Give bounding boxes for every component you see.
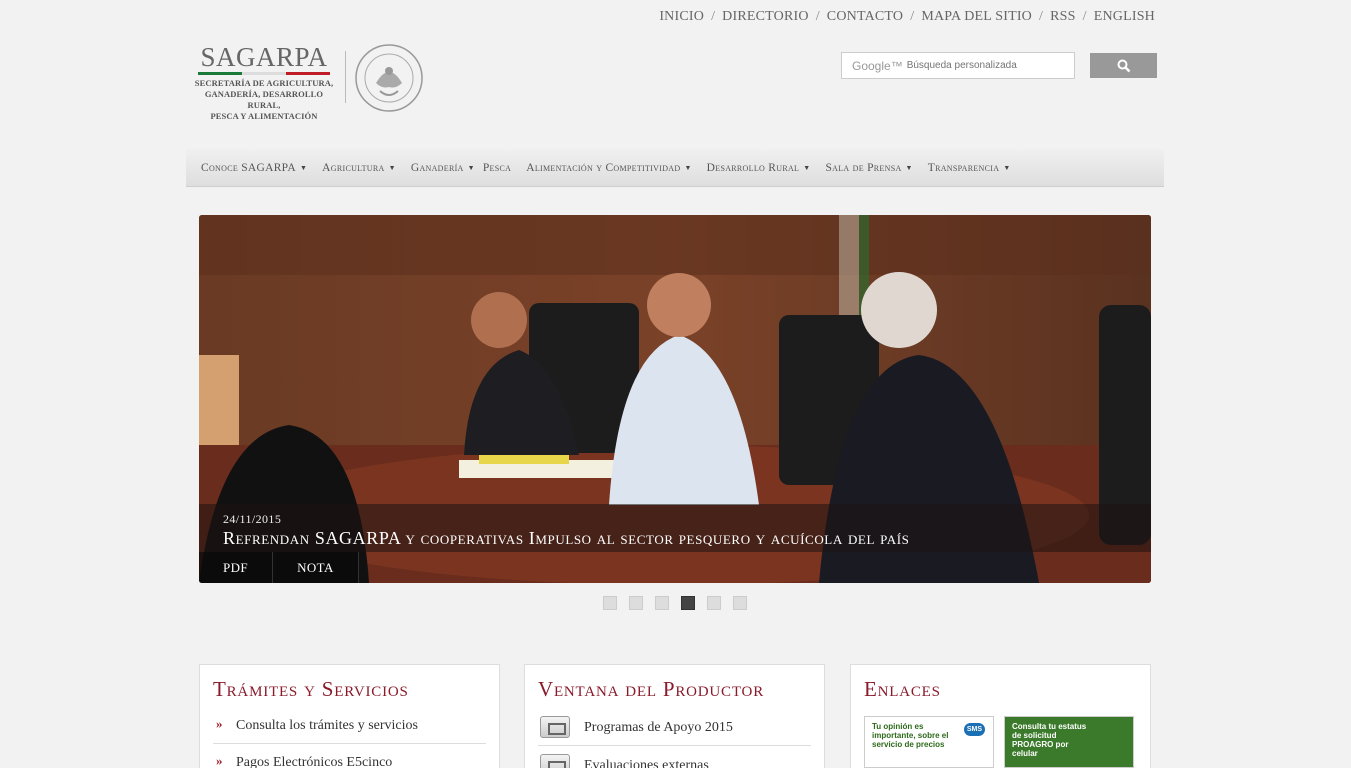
list-item[interactable]: Programas de Apoyo 2015 [538,716,811,746]
logo-subtitle-2: GANADERÍA, DESARROLLO RURAL, [204,89,324,110]
caret-down-icon: ▼ [684,163,692,172]
nav-label: Sala de Prensa [825,161,902,174]
document-icon [540,754,570,768]
slide-title[interactable]: Refrendan SAGARPA y cooperativas Impulso… [223,528,1127,549]
panel-tramites: Trámites y Servicios » Consulta los trámi… [199,664,500,768]
panel-title: Trámites y Servicios [213,677,409,701]
pdf-button[interactable]: PDF [199,552,274,583]
logo-flag-bar [198,72,330,75]
banner-text: Tu opinión es importante, sobre el servi… [872,722,949,749]
slider-dot-6[interactable] [733,596,747,610]
separator: / [910,9,915,24]
logo-divider [345,51,346,103]
tramites-list: » Consulta los trámites y servicios » Pago… [213,716,486,768]
double-chevron-icon: » [216,716,222,731]
search-button[interactable] [1090,53,1157,78]
nav-label: Alimentación y Competitividad [526,161,681,174]
nav-label: Transparencia [927,161,1000,174]
panel-title: Ventana del Productor [538,677,764,701]
slider-dot-5[interactable] [707,596,721,610]
nav-transparencia[interactable]: Transparencia ▼ [928,162,1011,174]
sagarpa-logo[interactable]: SAGARPA SECRETARÍA DE AGRICULTURA, GANAD… [189,42,434,121]
nav-agricultura[interactable]: Agricultura ▼ [322,162,396,174]
top-link-mapa[interactable]: MAPA DEL SITIO [921,9,1032,25]
nav-label: Agricultura [322,161,385,174]
sms-badge: SMS [963,723,985,736]
separator: / [711,9,716,24]
separator: / [815,9,820,24]
top-link-directorio[interactable]: DIRECTORIO [722,9,809,25]
top-links: INICIO / DIRECTORIO / CONTACTO / MAPA DEL S… [659,9,1155,25]
double-chevron-icon: » [216,753,222,768]
search-field[interactable]: Google™ [841,52,1075,79]
slider-dot-3[interactable] [655,596,669,610]
google-label: Google™ [852,58,903,73]
caret-down-icon: ▼ [388,163,396,172]
nav-label: Ganadería [410,161,464,174]
slider-pagination [603,596,747,610]
panel-title: Enlaces [864,677,941,701]
item-label: Programas de Apoyo 2015 [584,720,733,735]
top-link-inicio[interactable]: INICIO [659,9,704,25]
slider-dot-2[interactable] [629,596,643,610]
slider-dot-1[interactable] [603,596,617,610]
caret-down-icon: ▼ [467,163,475,172]
separator: / [1039,9,1044,24]
nav-ganaderia[interactable]: Ganadería ▼ [411,162,475,174]
banner-text: Consulta tu estatus de solicitud PROAGRO… [1012,722,1087,758]
slide-actions: PDF NOTA [199,552,359,583]
nav-alimentacion[interactable]: Alimentación y Competitividad ▼ [526,162,691,174]
logo-subtitle-3: PESCA Y ALIMENTACIÓN [210,111,318,121]
ventana-list: Programas de Apoyo 2015 Evaluaciones ext… [538,716,811,768]
banner-precios-sms[interactable]: Tu opinión es importante, sobre el servi… [864,716,994,768]
top-link-contacto[interactable]: CONTACTO [827,9,903,25]
panel-ventana: Ventana del Productor Programas de Apoyo… [524,664,825,768]
item-label: Consulta los trámites y servicios [236,718,418,733]
search-input[interactable] [906,60,1074,71]
nav-sala-prensa[interactable]: Sala de Prensa ▼ [825,162,912,174]
main-nav: Conoce SAGARPA ▼ Agricultura ▼ Ganadería ▼ … [186,149,1164,187]
search-icon [1117,59,1130,72]
slider-dot-4[interactable] [681,596,695,610]
nav-desarrollo-rural[interactable]: Desarrollo Rural ▼ [707,162,811,174]
logo-subtitle-1: SECRETARÍA DE AGRICULTURA, [194,78,334,88]
nav-conoce-sagarpa[interactable]: Conoce SAGARPA ▼ [201,162,307,174]
national-seal-icon [355,44,423,112]
list-item[interactable]: » Pagos Electrónicos E5cinco [213,753,486,768]
nav-pesca[interactable]: Pesca [483,162,511,174]
item-label: Evaluaciones externas [584,758,709,768]
logo-name: SAGARPA [200,42,328,72]
document-icon [540,716,570,738]
nav-label: Pesca [482,161,512,174]
banner-proagro[interactable]: Consulta tu estatus de solicitud PROAGRO… [1004,716,1134,768]
slide-date: 24/11/2015 [223,512,282,526]
nav-label: Conoce SAGARPA [201,161,296,174]
list-item[interactable]: » Consulta los trámites y servicios [213,716,486,744]
nav-label: Desarrollo Rural [706,161,800,174]
news-slider[interactable]: 24/11/2015 Refrendan SAGARPA y cooperati… [199,215,1151,583]
top-link-english[interactable]: ENGLISH [1094,9,1155,25]
top-link-rss[interactable]: RSS [1050,9,1076,25]
caret-down-icon: ▼ [905,163,913,172]
enlaces-banners: Tu opinión es importante, sobre el servi… [864,716,1137,768]
caret-down-icon: ▼ [1003,163,1011,172]
nota-button[interactable]: NOTA [273,552,359,583]
caret-down-icon: ▼ [803,163,811,172]
slide-caption: 24/11/2015 Refrendan SAGARPA y cooperati… [199,504,1151,552]
list-item[interactable]: Evaluaciones externas [538,754,811,768]
caret-down-icon: ▼ [299,163,308,172]
separator: / [1082,9,1087,24]
panel-enlaces: Enlaces Tu opinión es importante, sobre … [850,664,1151,768]
item-label: Pagos Electrónicos E5cinco [236,755,393,768]
logo-text: SAGARPA SECRETARÍA DE AGRICULTURA, GANAD… [189,42,339,121]
